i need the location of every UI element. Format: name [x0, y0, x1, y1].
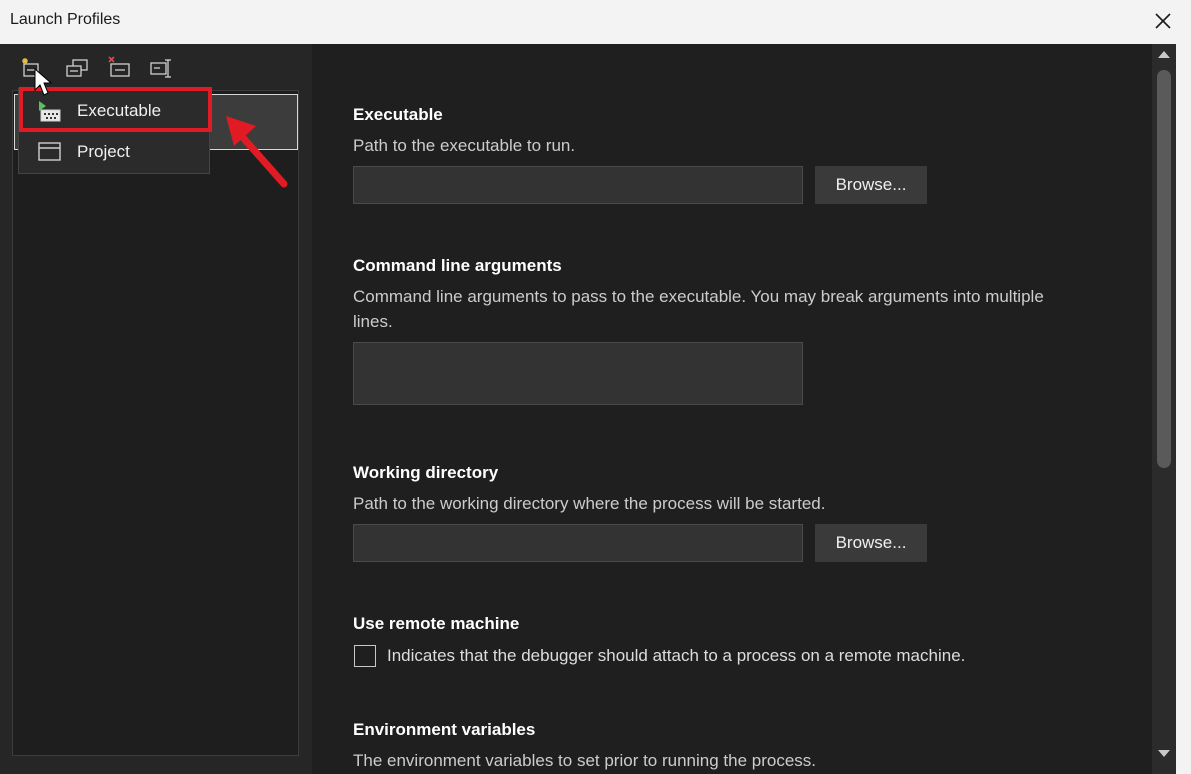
close-icon — [1155, 13, 1171, 29]
menu-item-project-label: Project — [77, 142, 130, 161]
menu-item-project[interactable]: Project — [19, 132, 209, 170]
delete-profile-button[interactable] — [106, 56, 132, 80]
args-heading: Command line arguments — [353, 256, 562, 275]
scroll-down-arrow-icon — [1158, 750, 1170, 757]
args-textarea[interactable] — [353, 342, 803, 405]
env-description: The environment variables to set prior t… — [353, 751, 817, 770]
new-profile-button[interactable] — [18, 56, 44, 80]
workdir-heading: Working directory — [353, 463, 499, 482]
rename-profile-button[interactable] — [148, 56, 174, 80]
remote-machine-checkbox[interactable] — [354, 645, 376, 667]
executable-browse-button[interactable]: Browse... — [815, 166, 927, 204]
profiles-list[interactable] — [12, 90, 299, 756]
scroll-up-button[interactable] — [1154, 46, 1174, 64]
executable-description: Path to the executable to run. — [353, 136, 576, 155]
remote-heading: Use remote machine — [353, 614, 520, 633]
menu-item-executable-label: Executable — [77, 101, 162, 120]
new-profile-menu: Executable Project — [18, 88, 210, 174]
scroll-up-arrow-icon — [1158, 51, 1170, 58]
rename-profile-icon — [150, 59, 171, 78]
scrollbar-thumb[interactable] — [1157, 70, 1171, 468]
new-profile-icon — [22, 58, 39, 77]
copy-profile-icon — [66, 59, 88, 77]
executable-heading: Executable — [353, 105, 443, 124]
workdir-path-input[interactable] — [353, 524, 803, 562]
scroll-down-button[interactable] — [1154, 744, 1174, 762]
executable-path-input[interactable] — [353, 166, 803, 204]
title-bar: Launch Profiles — [0, 0, 1191, 45]
env-heading: Environment variables — [353, 720, 536, 739]
remote-checkbox-label: Indicates that the debugger should attac… — [387, 646, 966, 665]
copy-profile-button[interactable] — [64, 56, 90, 80]
menu-item-executable[interactable]: Executable — [19, 91, 209, 129]
delete-profile-icon — [108, 56, 130, 77]
window-title: Launch Profiles — [10, 11, 121, 28]
close-button[interactable] — [1143, 2, 1183, 40]
workdir-description: Path to the working directory where the … — [353, 494, 826, 513]
workdir-browse-button[interactable]: Browse... — [815, 524, 927, 562]
args-description-line1: Command line arguments to pass to the ex… — [353, 287, 1044, 306]
args-description-line2: lines. — [353, 312, 393, 331]
executable-icon — [39, 101, 61, 122]
window-edge — [1176, 44, 1191, 774]
project-window-icon — [38, 142, 61, 161]
